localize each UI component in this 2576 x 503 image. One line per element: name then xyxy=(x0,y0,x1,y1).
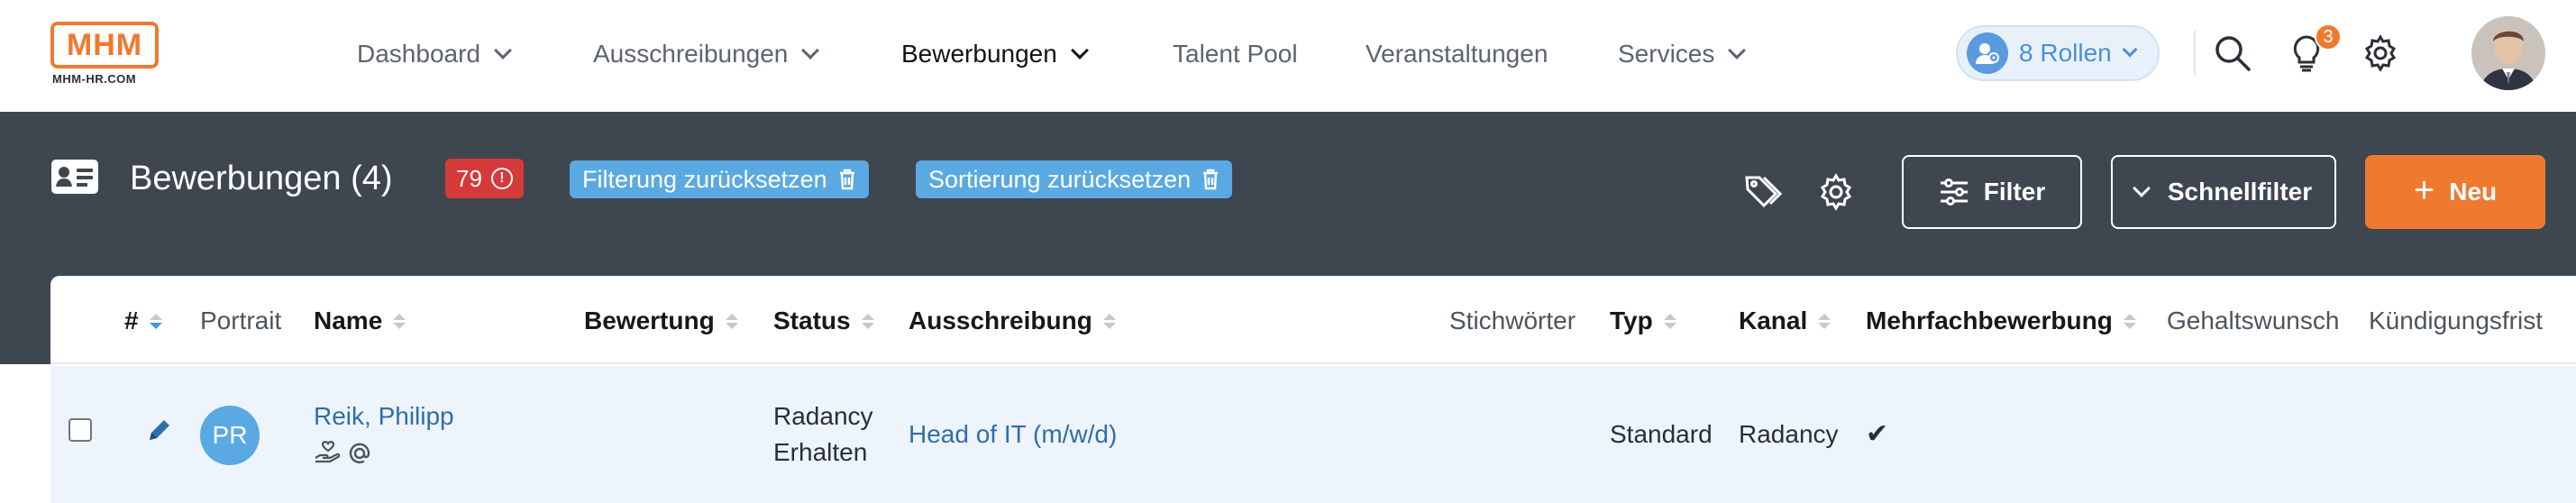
sort-icon xyxy=(1818,313,1832,329)
id-card-icon xyxy=(50,159,99,199)
logo-mark: MHM xyxy=(50,22,159,69)
filter-button[interactable]: Filter xyxy=(1902,155,2082,229)
user-avatar[interactable] xyxy=(2471,16,2545,90)
top-navigation: MHM MHM-HR.COM Dashboard Ausschreibungen… xyxy=(0,0,2576,112)
nav-label: Veranstaltungen xyxy=(1366,40,1548,68)
sort-icon xyxy=(1663,313,1676,329)
checkmark-icon: ✔ xyxy=(1866,419,1889,449)
new-label: Neu xyxy=(2449,178,2498,206)
plus-icon: + xyxy=(2413,169,2435,210)
chevron-down-icon xyxy=(1070,41,1089,59)
at-sign-icon xyxy=(346,440,373,471)
divider xyxy=(2194,31,2196,76)
column-label: Ausschreibung xyxy=(909,306,1092,334)
column-portrait: Portrait xyxy=(200,303,281,339)
chevron-down-icon xyxy=(2122,41,2138,58)
nav-talent-pool[interactable]: Talent Pool xyxy=(1173,34,1298,74)
column-type[interactable]: Typ xyxy=(1610,303,1676,339)
column-label: Name xyxy=(314,306,383,334)
chevron-down-icon xyxy=(494,41,512,59)
pencil-icon[interactable] xyxy=(146,416,173,448)
sort-icon xyxy=(1102,313,1116,329)
column-notice-period: Kündigungsfrist xyxy=(2369,303,2543,339)
hand-heart-icon xyxy=(314,440,343,471)
search-icon[interactable] xyxy=(2210,31,2255,76)
nav-label: Dashboard xyxy=(357,40,480,68)
nav-dashboard[interactable]: Dashboard xyxy=(357,34,512,74)
brand-logo[interactable]: MHM MHM-HR.COM xyxy=(50,22,162,90)
column-status[interactable]: Status xyxy=(773,303,874,339)
column-keywords: Stichwörter xyxy=(1449,303,1576,339)
warning-count-badge[interactable]: 79 ! xyxy=(445,159,524,198)
filter-label: Filter xyxy=(1983,178,2046,206)
warning-icon: ! xyxy=(490,168,513,189)
column-label: Portrait xyxy=(200,306,282,334)
notification-badge: 3 xyxy=(2315,23,2342,50)
column-label: Status xyxy=(773,306,851,334)
type-value: Standard xyxy=(1610,420,1713,448)
nav-label: Services xyxy=(1618,40,1715,68)
roles-dropdown[interactable]: 8 Rollen xyxy=(1956,25,2160,81)
sliders-icon xyxy=(1940,178,1968,206)
nav-label: Ausschreibungen xyxy=(593,40,789,68)
column-salary: Gehaltswunsch xyxy=(2167,303,2339,339)
posting-link[interactable]: Head of IT (m/w/d) xyxy=(909,420,1117,449)
table-header: # Portrait Name Bewertung Status Ausschr… xyxy=(50,276,2576,364)
table-row[interactable]: PR Reik, Philipp Radancy Erhalten Head o… xyxy=(50,366,2576,503)
user-roles-icon xyxy=(1967,32,2008,74)
tags-icon[interactable] xyxy=(1741,169,1786,215)
new-button[interactable]: + Neu xyxy=(2365,155,2545,229)
column-label: Gehaltswunsch xyxy=(2167,306,2340,334)
sort-icon xyxy=(2123,313,2136,329)
column-channel[interactable]: Kanal xyxy=(1739,303,1832,339)
nav-label: Talent Pool xyxy=(1173,40,1298,68)
column-label: Kündigungsfrist xyxy=(2369,306,2544,334)
reset-filter-chip[interactable]: Filterung zurücksetzen xyxy=(570,160,869,198)
column-label: Typ xyxy=(1610,306,1653,334)
column-multiple-application[interactable]: Mehrfachbewerbung xyxy=(1866,303,2136,339)
nav-services[interactable]: Services xyxy=(1618,34,1747,74)
sort-icon xyxy=(393,313,406,329)
logo-subtitle: MHM-HR.COM xyxy=(52,72,137,86)
roles-label: 8 Rollen xyxy=(2019,39,2112,67)
applicant-name-link[interactable]: Reik, Philipp xyxy=(314,402,454,431)
column-posting[interactable]: Ausschreibung xyxy=(909,303,1116,339)
column-label: Kanal xyxy=(1739,306,1808,334)
column-label: Mehrfachbewerbung xyxy=(1866,306,2113,334)
page-title: Bewerbungen (4) xyxy=(130,159,393,197)
applications-table: # Portrait Name Bewertung Status Ausschr… xyxy=(50,276,2576,503)
nav-veranstaltungen[interactable]: Veranstaltungen xyxy=(1366,34,1548,74)
warning-count: 79 xyxy=(456,164,482,192)
sort-icon xyxy=(149,313,162,329)
chevron-down-icon xyxy=(1728,41,1747,59)
gear-icon[interactable] xyxy=(1813,169,1859,215)
reset-sort-label: Sortierung zurücksetzen xyxy=(928,165,1192,193)
nav-label: Bewerbungen xyxy=(901,40,1057,68)
column-label: Stichwörter xyxy=(1449,306,1576,334)
reset-sort-chip[interactable]: Sortierung zurücksetzen xyxy=(916,160,1233,198)
nav-bewerbungen[interactable]: Bewerbungen xyxy=(901,34,1089,74)
row-checkbox[interactable] xyxy=(69,418,92,442)
gear-icon[interactable] xyxy=(2358,31,2403,76)
column-rating[interactable]: Bewertung xyxy=(584,303,738,339)
quickfilter-label: Schnellfilter xyxy=(2167,178,2313,206)
quickfilter-button[interactable]: Schnellfilter xyxy=(2111,155,2336,229)
status-line-2: Erhalten xyxy=(773,438,868,466)
trash-icon xyxy=(1203,169,1219,190)
chevron-down-icon xyxy=(2132,179,2151,197)
reset-filter-label: Filterung zurücksetzen xyxy=(582,165,827,193)
column-label: # xyxy=(124,306,139,334)
column-label: Bewertung xyxy=(584,306,715,334)
column-number[interactable]: # xyxy=(124,303,162,339)
sort-icon xyxy=(861,313,874,329)
nav-ausschreibungen[interactable]: Ausschreibungen xyxy=(593,34,820,74)
chevron-down-icon xyxy=(801,41,820,59)
avatar[interactable]: PR xyxy=(200,406,260,465)
page-title-group: Bewerbungen (4) xyxy=(50,159,393,198)
sort-icon xyxy=(725,313,738,329)
trash-icon xyxy=(839,169,854,190)
column-name[interactable]: Name xyxy=(314,303,406,339)
channel-value: Radancy xyxy=(1739,420,1839,448)
status-line-1: Radancy xyxy=(773,402,873,430)
